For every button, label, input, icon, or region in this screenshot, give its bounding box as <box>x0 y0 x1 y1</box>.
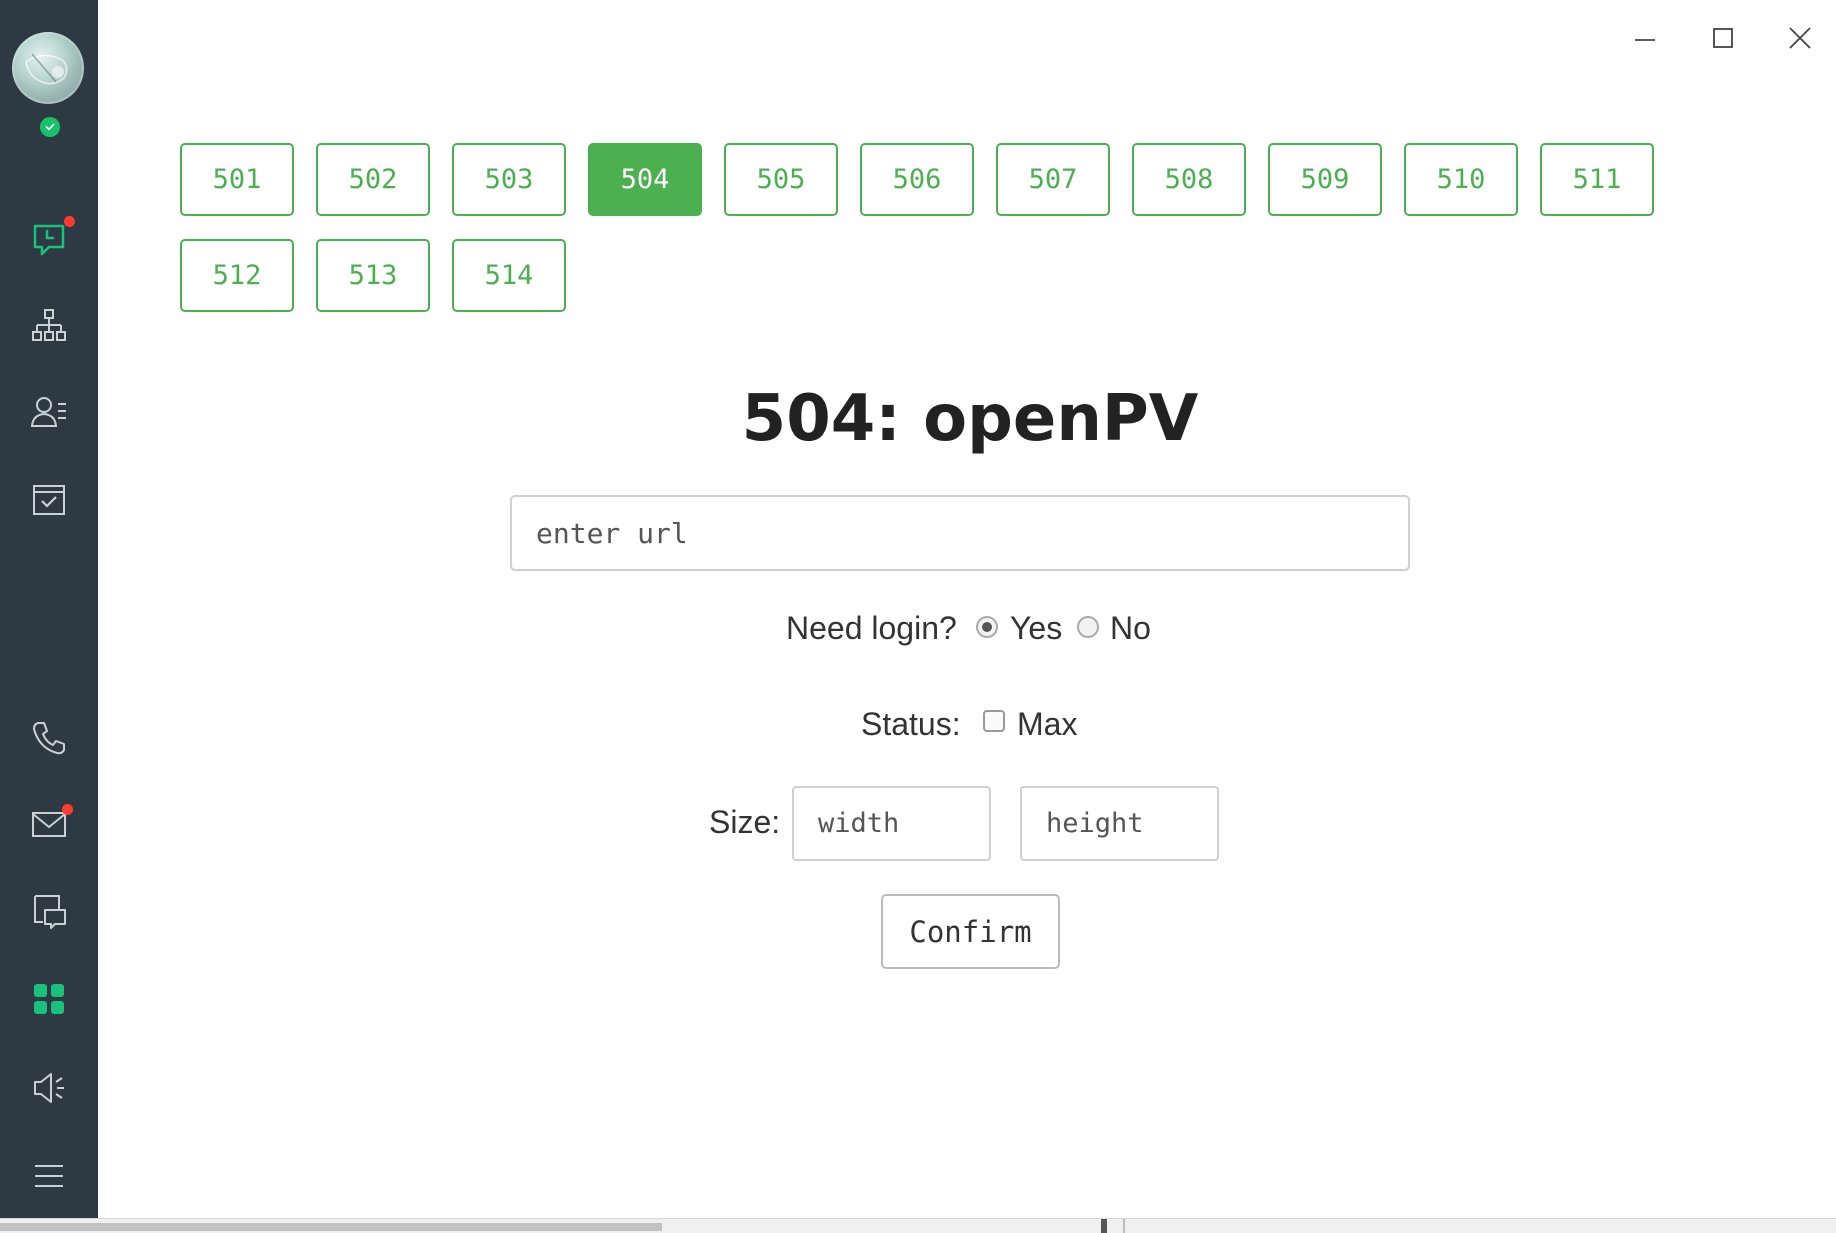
room-button-502[interactable]: 502 <box>316 143 430 216</box>
width-input[interactable] <box>792 786 991 861</box>
room-button-506[interactable]: 506 <box>860 143 974 216</box>
room-button-510[interactable]: 510 <box>1404 143 1518 216</box>
sidebar <box>0 0 98 1218</box>
sidebar-item-announcements[interactable] <box>0 1058 98 1118</box>
room-button-513[interactable]: 513 <box>316 239 430 312</box>
room-button-512[interactable]: 512 <box>180 239 294 312</box>
mail-unread-badge <box>62 804 73 815</box>
sidebar-item-menu[interactable] <box>0 1146 98 1206</box>
login-yes-radio[interactable] <box>976 616 998 638</box>
url-input[interactable] <box>510 495 1410 571</box>
chat-icon <box>33 224 65 256</box>
login-no-label[interactable]: No <box>1110 610 1151 647</box>
scrollbar-divider <box>1123 1219 1125 1233</box>
horizontal-scrollbar[interactable] <box>0 1218 1836 1233</box>
sidebar-item-calls[interactable] <box>0 708 98 768</box>
login-yes-label[interactable]: Yes <box>1010 610 1062 647</box>
minimize-button[interactable] <box>1625 18 1665 58</box>
online-status-icon <box>40 117 60 137</box>
room-button-511[interactable]: 511 <box>1540 143 1654 216</box>
scrollbar-thumb[interactable] <box>0 1223 662 1231</box>
speaker-icon <box>34 1073 64 1103</box>
org-chart-icon <box>32 309 66 341</box>
login-label: Need login? <box>786 610 957 646</box>
scrollbar-marker <box>1101 1219 1107 1233</box>
room-button-508[interactable]: 508 <box>1132 143 1246 216</box>
sidebar-item-mail[interactable] <box>0 794 98 854</box>
room-button-509[interactable]: 509 <box>1268 143 1382 216</box>
maximize-icon <box>1713 28 1733 48</box>
status-max-label[interactable]: Max <box>1017 706 1077 743</box>
close-button[interactable] <box>1780 18 1820 58</box>
hamburger-menu-icon <box>35 1165 63 1187</box>
avatar[interactable] <box>12 32 84 104</box>
apps-grid-icon <box>34 984 64 1014</box>
status-label: Status: <box>861 706 961 742</box>
maximize-button[interactable] <box>1703 18 1743 58</box>
sidebar-item-tasks[interactable] <box>0 470 98 530</box>
sidebar-item-chat[interactable] <box>0 210 98 270</box>
height-input[interactable] <box>1020 786 1219 861</box>
room-button-501[interactable]: 501 <box>180 143 294 216</box>
sidebar-item-meeting[interactable] <box>0 882 98 942</box>
status-max-checkbox[interactable] <box>983 710 1005 732</box>
sidebar-item-apps[interactable] <box>0 969 98 1029</box>
room-button-504[interactable]: 504 <box>588 143 702 216</box>
calendar-check-icon <box>33 485 65 515</box>
room-button-514[interactable]: 514 <box>452 239 566 312</box>
room-button-507[interactable]: 507 <box>996 143 1110 216</box>
close-icon <box>1789 27 1811 49</box>
avatar-image <box>25 53 68 85</box>
size-label: Size: <box>709 804 781 840</box>
page-title: 504: openPV <box>741 382 1199 456</box>
room-button-503[interactable]: 503 <box>452 143 566 216</box>
sidebar-item-organization[interactable] <box>0 296 98 356</box>
room-button-505[interactable]: 505 <box>724 143 838 216</box>
phone-icon <box>33 722 65 755</box>
confirm-button[interactable]: Confirm <box>881 894 1060 969</box>
login-no-radio[interactable] <box>1077 616 1099 638</box>
chat-unread-badge <box>64 216 75 227</box>
minimize-icon <box>1635 39 1655 41</box>
screen-share-icon <box>34 895 66 929</box>
